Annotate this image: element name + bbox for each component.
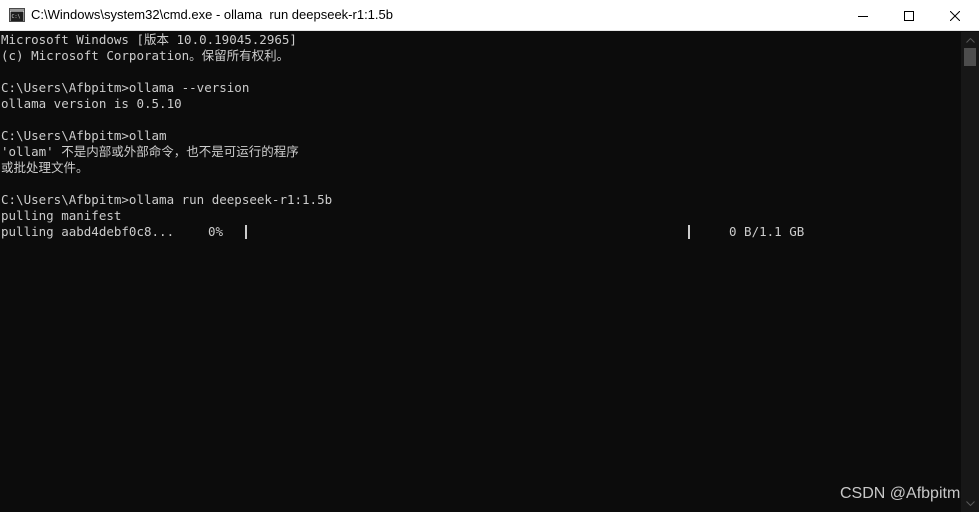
- minimize-button[interactable]: [840, 0, 886, 31]
- scroll-up-button[interactable]: [961, 32, 979, 49]
- close-button[interactable]: [932, 0, 978, 31]
- cmd-window: C:\ C:\Windows\system32\cmd.exe - ollama…: [0, 0, 979, 512]
- console-line: (c) Microsoft Corporation。保留所有权利。: [1, 48, 290, 63]
- scroll-down-button[interactable]: [961, 495, 979, 512]
- progress-bar-right-edge: [688, 225, 690, 239]
- scroll-thumb[interactable]: [964, 48, 976, 66]
- console-line: Microsoft Windows [版本 10.0.19045.2965]: [1, 32, 297, 47]
- console-line: C:\Users\Afbpitm>ollama --version: [1, 80, 250, 95]
- progress-percent: 0%: [208, 224, 224, 239]
- chevron-up-icon: [965, 38, 975, 43]
- chevron-down-icon: [965, 501, 975, 506]
- window-title: C:\Windows\system32\cmd.exe - ollama run…: [31, 7, 393, 22]
- watermark-text: CSDN @Afbpitm: [840, 485, 961, 502]
- console-line: 'ollam' 不是内部或外部命令，也不是可运行的程序: [1, 144, 299, 159]
- console-line: C:\Users\Afbpitm>ollama run deepseek-r1:…: [1, 192, 333, 207]
- cmd-icon: C:\: [9, 8, 25, 22]
- console-line: pulling manifest: [1, 208, 122, 223]
- console-line: ollama version is 0.5.10: [1, 96, 182, 111]
- maximize-icon: [904, 10, 914, 21]
- title-bar[interactable]: C:\ C:\Windows\system32\cmd.exe - ollama…: [0, 0, 979, 31]
- progress-bar: [247, 225, 688, 239]
- console-output[interactable]: Microsoft Windows [版本 10.0.19045.2965] (…: [0, 32, 961, 512]
- vertical-scrollbar[interactable]: [961, 32, 979, 512]
- progress-label: pulling aabd4debf0c8...: [1, 224, 175, 239]
- svg-text:C:\: C:\: [12, 14, 21, 20]
- maximize-button[interactable]: [886, 0, 932, 31]
- console-line: C:\Users\Afbpitm>ollam: [1, 128, 167, 143]
- close-icon: [950, 10, 960, 21]
- minimize-icon: [858, 15, 868, 17]
- progress-size: 0 B/1.1 GB: [729, 224, 805, 239]
- download-progress-line: pulling aabd4debf0c8... 0% 0 B/1.1 GB: [0, 224, 960, 240]
- console-line: 或批处理文件。: [1, 160, 89, 175]
